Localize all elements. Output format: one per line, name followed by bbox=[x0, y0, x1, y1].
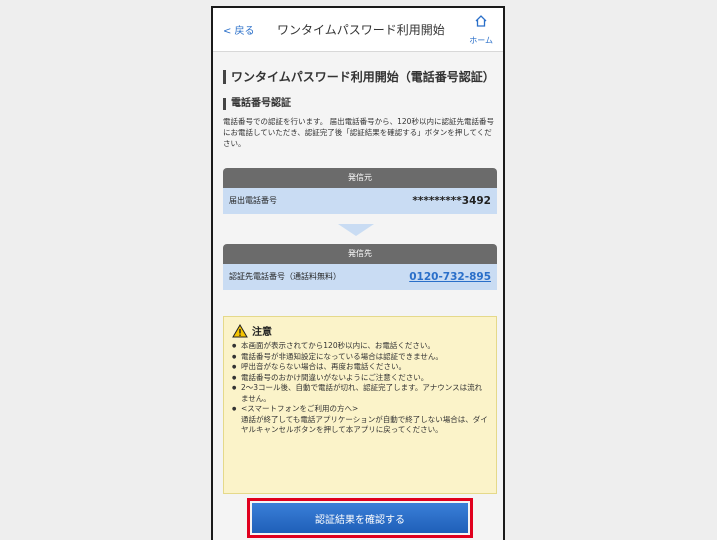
home-label: ホーム bbox=[469, 36, 493, 45]
notice-title-text: 注意 bbox=[252, 327, 272, 338]
page-title: ワンタイムパスワード利用開始 bbox=[277, 23, 445, 37]
to-label: 認証先電話番号（通話料無料） bbox=[229, 272, 341, 281]
home-icon bbox=[475, 15, 487, 27]
to-card-body: 認証先電話番号（通話料無料） 0120-732-895 bbox=[223, 264, 497, 290]
description: 電話番号での認証を行います。 届出電話番号から、120秒以内に認証先電話番号にお… bbox=[223, 117, 494, 148]
from-number: *********3492 bbox=[412, 195, 491, 207]
list-item: <スマートフォンをご利用の方へ> bbox=[232, 404, 488, 415]
to-number-link[interactable]: 0120-732-895 bbox=[409, 264, 491, 290]
notice-box: 注意 本画面が表示されてから120秒以内に、お電話ください。 電話番号が非通知設… bbox=[223, 316, 497, 494]
list-item: 本画面が表示されてから120秒以内に、お電話ください。 bbox=[232, 341, 488, 352]
down-arrow-icon bbox=[338, 224, 374, 236]
sub-title: 電話番号認証 bbox=[223, 98, 291, 110]
warning-icon bbox=[232, 323, 248, 337]
notice-extra: 通話が終了しても電話アプリケーションが自動で終了しない場合は、ダイヤルキャンセル… bbox=[241, 414, 488, 435]
notice-title: 注意 bbox=[232, 323, 488, 338]
phone-screen: < 戻る ワンタイムパスワード利用開始 ホーム ワンタイムパスワード利用開始（電… bbox=[211, 6, 505, 540]
list-item: 呼出音がならない場合は、再度お電話ください。 bbox=[232, 362, 488, 373]
button-highlight: 認証結果を確認する bbox=[247, 498, 473, 538]
from-card-body: 届出電話番号 *********3492 bbox=[223, 188, 497, 214]
from-card-header: 発信元 bbox=[223, 168, 497, 188]
list-item: 電話番号が非通知設定になっている場合は認証できません。 bbox=[232, 352, 488, 363]
to-card-header: 発信先 bbox=[223, 244, 497, 264]
list-item: 電話番号のおかけ間違いがないようにご注意ください。 bbox=[232, 373, 488, 384]
confirm-result-button[interactable]: 認証結果を確認する bbox=[252, 503, 468, 533]
back-button[interactable]: < 戻る bbox=[223, 22, 255, 37]
app-header: < 戻る ワンタイムパスワード利用開始 ホーム bbox=[213, 8, 503, 52]
from-label: 届出電話番号 bbox=[229, 196, 277, 205]
section-title: ワンタイムパスワード利用開始（電話番号認証） bbox=[223, 70, 495, 84]
notice-list: 本画面が表示されてから120秒以内に、お電話ください。 電話番号が非通知設定にな… bbox=[232, 341, 488, 415]
list-item: 2〜3コール後、自動で電話が切れ、認証完了します。アナウンスは流れません。 bbox=[232, 383, 488, 404]
home-button[interactable]: ホーム bbox=[469, 14, 493, 47]
